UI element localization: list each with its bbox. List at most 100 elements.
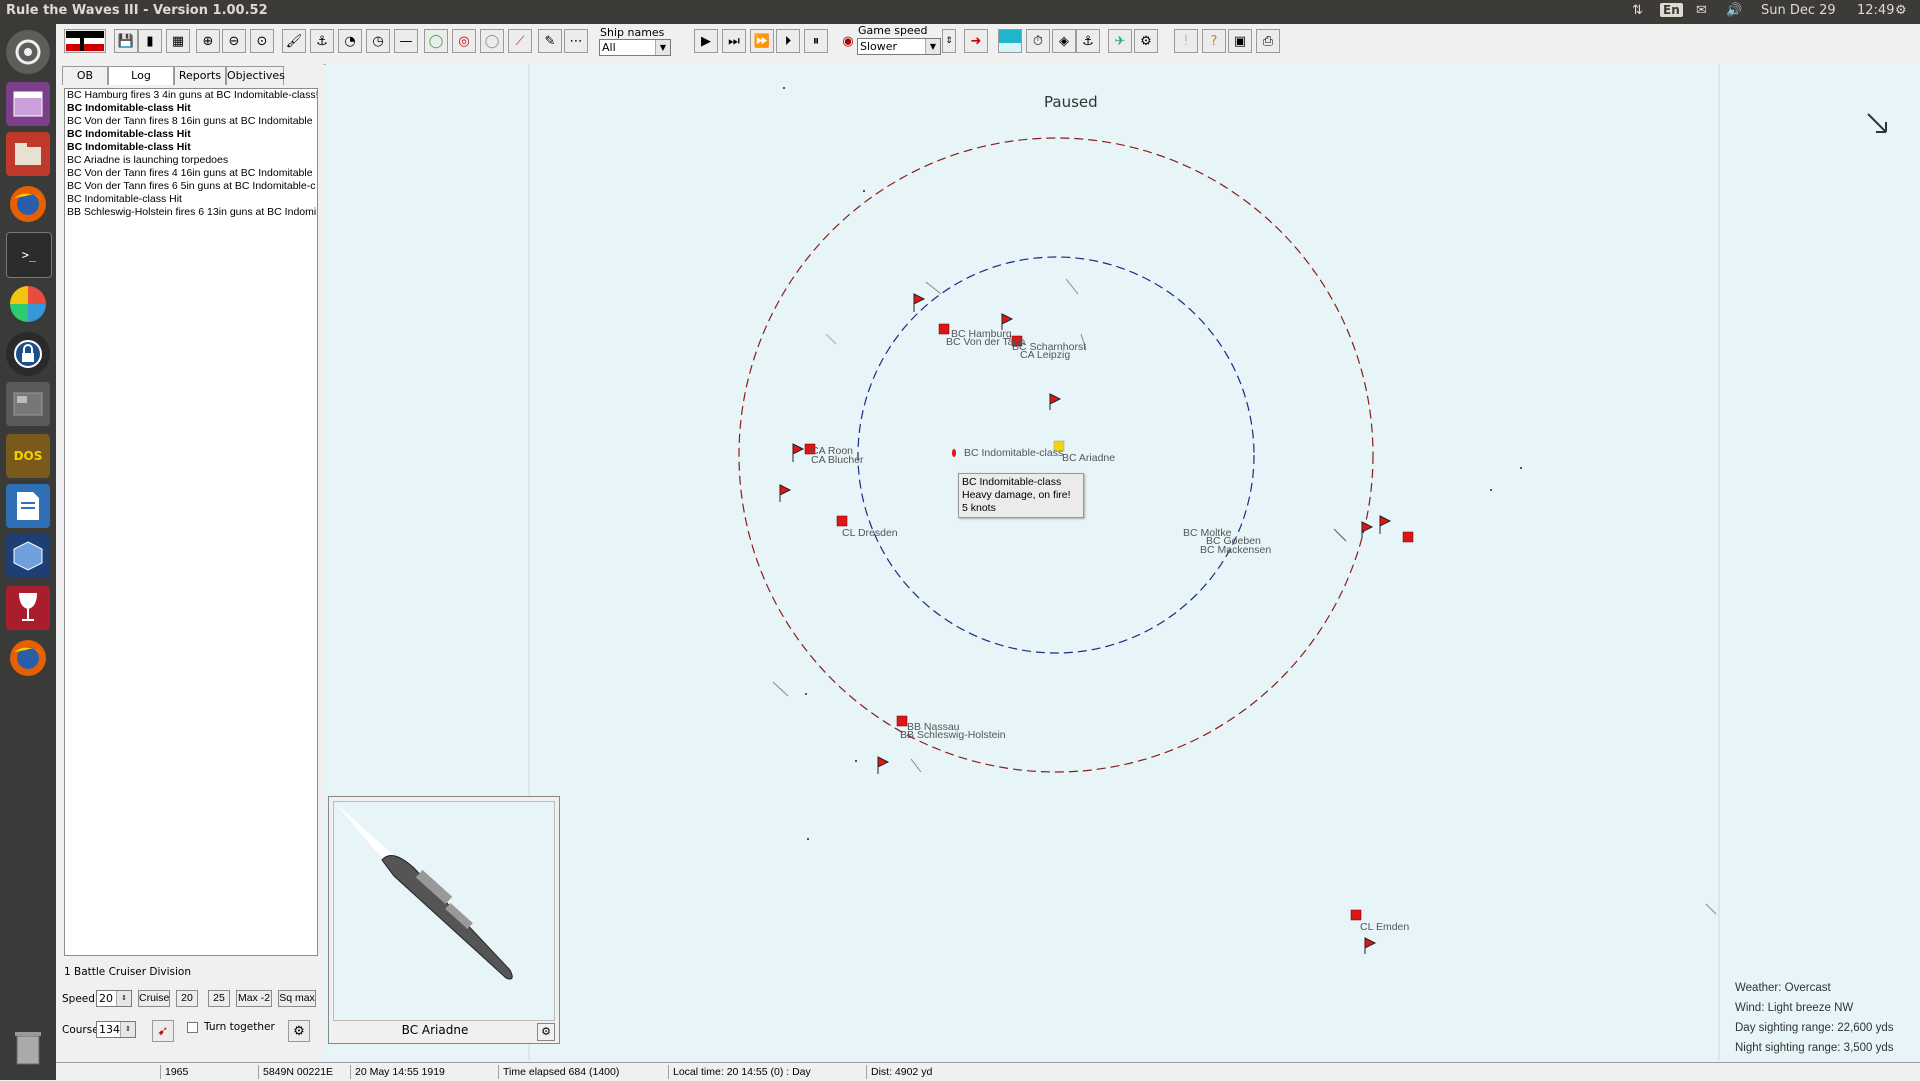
network-icon[interactable]: ⇅ [1632,3,1643,18]
log-list[interactable]: BC Hamburg fires 3 4in guns at BC Indomi… [64,88,318,956]
speed-20-button[interactable]: 20 [176,990,198,1007]
aircraft-icon[interactable]: ✈ [1108,29,1132,53]
stopwatch-icon[interactable]: ⏱ [1026,29,1050,53]
night-range-label: Night sighting range: 3,500 yds [1735,1042,1894,1054]
screenshot-icon[interactable]: ▣ [1228,29,1252,53]
trash-icon[interactable] [6,1026,50,1070]
status-bar: 1965 5849N 00221E 20 May 14:55 1919 Time… [56,1062,1920,1081]
status-local-time: Local time: 20 14:55 (0) : Day [668,1065,811,1079]
sq-max-button[interactable]: Sq max [278,990,316,1007]
speed-25-button[interactable]: 25 [208,990,230,1007]
info-icon[interactable]: ! [1174,29,1198,53]
zoom-reset-icon[interactable]: ⊙ [250,29,274,53]
anchor-icon[interactable]: ⚓ [1076,29,1100,53]
settings-icon[interactable]: ⚙ [288,1020,310,1042]
ship-label[interactable]: BB Schleswig-Holstein [900,729,1006,741]
clock-label[interactable]: 12:49 [1857,3,1894,18]
compass-icon[interactable]: ◔ [338,29,362,53]
brush-icon[interactable]: 🖌 [282,29,306,53]
aircraft-settings-icon[interactable]: ⚙ [1134,29,1158,53]
status-year: 1965 [160,1065,188,1079]
speed-input[interactable]: 20 ⇕ [96,990,132,1007]
target-icon[interactable]: ◎ [452,29,476,53]
speed-stepper[interactable]: ⇕ [942,29,956,53]
lock-icon[interactable] [6,332,50,376]
workspace-icon[interactable] [6,382,50,426]
map-icon[interactable]: ◈ [1052,29,1076,53]
terminal-icon[interactable]: >_ [6,232,52,278]
ship-label[interactable]: CL Dresden [842,527,898,539]
green-circle-icon[interactable]: ◯ [424,29,448,53]
battle-map[interactable]: Paused BC Hamburg BC Von der Tann BC Sch… [326,64,1920,1060]
firefox-icon[interactable] [6,182,50,226]
ship-label[interactable]: CL Emden [1360,921,1409,933]
firefox-icon[interactable] [6,636,50,680]
measure-icon[interactable]: ⟋ [508,29,532,53]
speed-value: 20 [99,992,113,1005]
ship-label[interactable]: CA Blucher [811,454,864,466]
fast-icon[interactable]: ⏩ [750,29,774,53]
stepper-icon[interactable]: ⇕ [120,1022,135,1037]
flag-icon[interactable] [64,29,106,53]
log-entry: BC Indomitable-class Hit [67,102,191,114]
tab-reports[interactable]: Reports [174,66,226,85]
tab-objectives[interactable]: Objectives [226,66,285,85]
clock-icon[interactable]: ◷ [366,29,390,53]
course-pointer-icon[interactable]: ➹ [152,1020,174,1042]
step-icon[interactable]: ⏭ [722,29,746,53]
ship-names-select[interactable]: All ▼ [599,39,671,56]
window-app-icon[interactable] [6,82,50,126]
save-icon[interactable]: 💾 [114,29,138,53]
files-icon[interactable] [6,132,50,176]
gear-icon[interactable]: ⚙ [1895,3,1907,18]
wine-icon[interactable] [6,586,50,630]
torpedo-icon[interactable]: ⚓ [310,29,334,53]
dotted-line-icon[interactable]: ⋯ [564,29,588,53]
dosbox-icon[interactable]: DOS [6,434,50,478]
sea-icon[interactable] [998,29,1022,53]
faster-icon[interactable]: ⏵ [776,29,800,53]
max-minus-2-button[interactable]: Max -2 [236,990,272,1007]
tab-ob[interactable]: OB [62,66,108,85]
log-entry: BB Schleswig-Holstein fires 6 13in guns … [67,206,317,218]
pinwheel-icon[interactable] [6,282,50,326]
log-entry: BC Von der Tann fires 4 16in guns at BC … [67,167,313,179]
log-entry: BC Ariadne is launching torpedoes [67,154,229,166]
volume-icon[interactable]: 🔊 [1726,3,1742,18]
chevron-down-icon: ▼ [925,39,940,54]
game-speed-select[interactable]: Slower ▼ [857,38,941,55]
printer-icon[interactable]: ⎙ [1256,29,1280,53]
mail-icon[interactable]: ✉ [1696,3,1707,18]
zoom-in-icon[interactable]: ⊕ [196,29,220,53]
language-indicator[interactable]: En [1660,3,1683,18]
date-label[interactable]: Sun Dec 29 [1761,3,1836,18]
pencil-icon[interactable]: ✎ [538,29,562,53]
dash-icon[interactable] [6,30,50,74]
zoom-out-icon[interactable]: ⊖ [222,29,246,53]
stepper-icon[interactable]: ⇕ [116,991,131,1006]
arrow-right-icon[interactable]: ➜ [964,29,988,53]
log-entry: BC Indomitable-class Hit [67,141,191,153]
division-name: 1 Battle Cruiser Division [64,966,192,978]
play-icon[interactable]: ▶ [694,29,718,53]
door-icon[interactable]: ▮ [138,29,162,53]
ship-label[interactable]: BC Mackensen [1200,544,1271,556]
pause-icon[interactable]: ⏸ [804,29,828,53]
cruise-button[interactable]: Cruise [138,990,170,1007]
ship-label[interactable]: CA Leipzig [1020,349,1070,361]
settings-icon[interactable]: ⚙ [537,1023,555,1041]
course-input[interactable]: 134 ⇕ [96,1021,136,1038]
ship-list-icon[interactable]: ▦ [166,29,190,53]
line-icon[interactable]: — [394,29,418,53]
tooltip-line: 5 knots [962,502,996,514]
turn-together-checkbox[interactable] [187,1022,198,1033]
log-entry: BC Indomitable-class Hit [67,193,182,205]
tab-log[interactable]: Log [108,66,174,85]
ship-label[interactable]: BC Ariadne [1062,452,1115,464]
ship-label[interactable]: BC Indomitable-class [964,447,1063,459]
help-icon[interactable]: ? [1202,29,1226,53]
day-range-label: Day sighting range: 22,600 yds [1735,1022,1894,1034]
virtualbox-icon[interactable] [6,534,50,578]
range-circle-icon[interactable]: ◯ [480,29,504,53]
document-icon[interactable] [6,484,50,528]
